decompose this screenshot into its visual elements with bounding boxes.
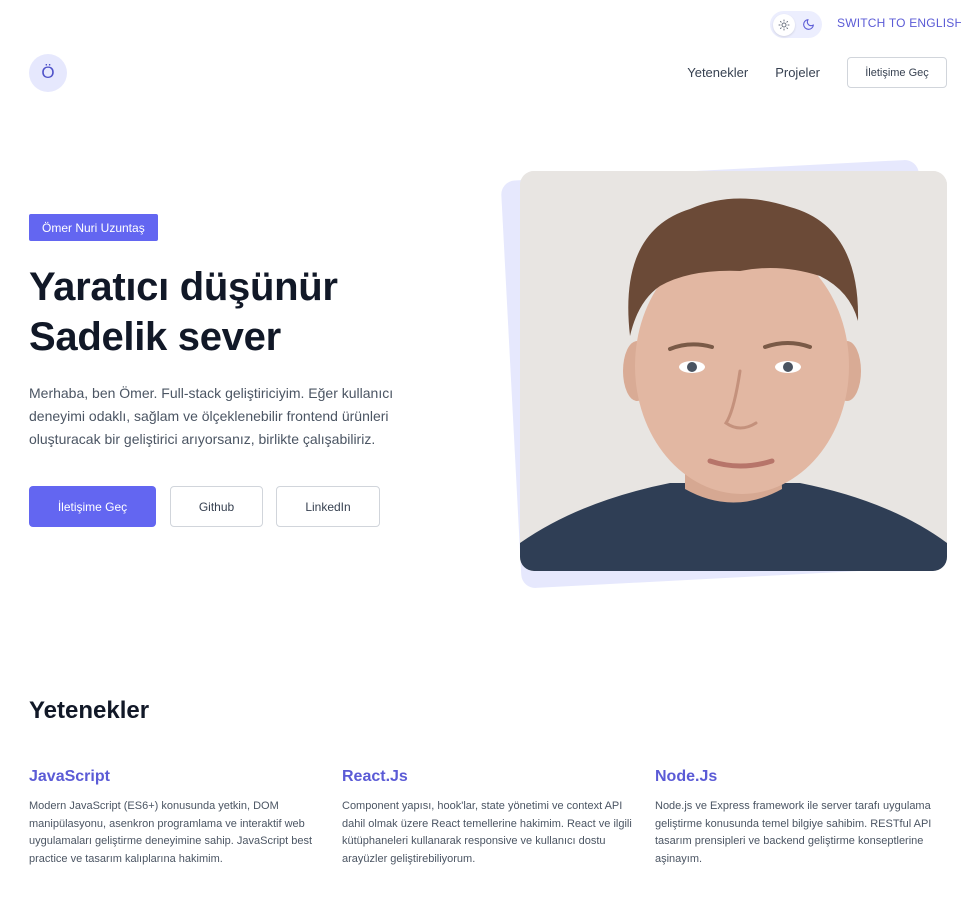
hero-description: Merhaba, ben Ömer. Full-stack geliştiric… — [29, 385, 394, 447]
theme-toggle[interactable] — [770, 11, 822, 38]
nav-link-yetenekler[interactable]: Yetenekler — [687, 65, 748, 80]
skills-title: Yetenekler — [29, 697, 150, 724]
contact-button[interactable]: İletişime Geç — [29, 486, 156, 527]
skill-name: Node.Js — [655, 768, 718, 785]
hero-title: Yaratıcı düşünür Sadelik sever — [29, 262, 338, 362]
skill-name: JavaScript — [29, 768, 110, 785]
sun-icon[interactable] — [773, 13, 795, 36]
skill-name: React.Js — [342, 768, 408, 785]
skill-card: Node.Js Node.js ve Express framework ile… — [655, 768, 947, 868]
skill-card: JavaScript Modern JavaScript (ES6+) konu… — [29, 768, 321, 868]
name-badge: Ömer Nuri Uzuntaş — [29, 214, 158, 241]
language-switch-link[interactable]: SWITCH TO ENGLISH — [837, 16, 961, 30]
skill-card: React.Js Component yapısı, hook'lar, sta… — [342, 768, 634, 868]
profile-photo — [520, 171, 947, 571]
site-logo[interactable]: Ö — [29, 54, 67, 92]
header-contact-button[interactable]: İletişime Geç — [847, 57, 947, 88]
github-button[interactable]: Github — [170, 486, 263, 527]
skill-description: Component yapısı, hook'lar, state yöneti… — [342, 800, 632, 865]
moon-icon[interactable] — [797, 14, 819, 36]
hero-title-line-1: Yaratıcı düşünür — [29, 265, 338, 309]
skill-description: Modern JavaScript (ES6+) konusunda yetki… — [29, 800, 313, 865]
hero-title-line-2: Sadelik sever — [29, 315, 281, 359]
nav-link-projeler[interactable]: Projeler — [775, 65, 820, 80]
linkedin-button[interactable]: LinkedIn — [276, 486, 380, 527]
skill-description: Node.js ve Express framework ile server … — [655, 800, 932, 865]
main-nav: Yetenekler Projeler İletişime Geç — [687, 57, 947, 88]
